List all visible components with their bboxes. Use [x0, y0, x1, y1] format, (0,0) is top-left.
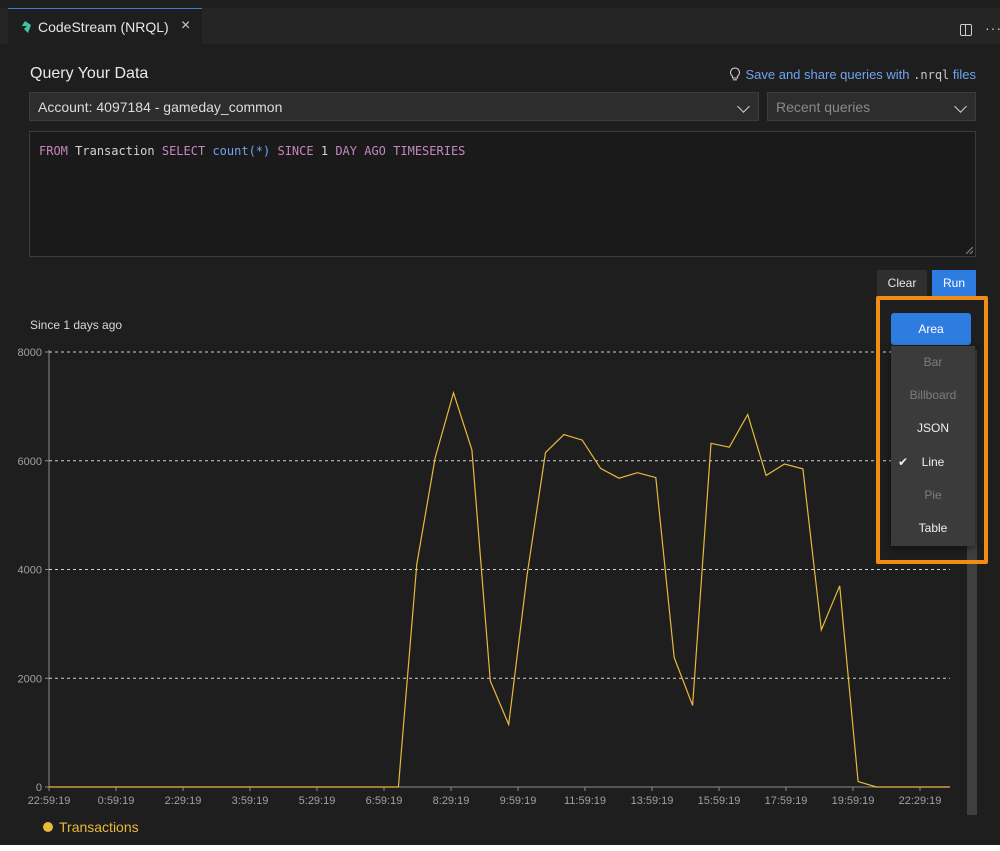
- highlight-annotation-box: [876, 296, 988, 564]
- x-tick-label: 13:59:19: [631, 795, 674, 807]
- y-tick-label: 4000: [18, 565, 42, 577]
- x-tick-label: 8:29:19: [433, 795, 470, 807]
- x-tick-label: 17:59:19: [765, 795, 808, 807]
- x-tick-label: 5:29:19: [299, 795, 336, 807]
- x-tick-label: 22:59:19: [28, 795, 71, 807]
- y-tick-label: 6000: [18, 456, 42, 468]
- x-tick-label: 22:29:19: [899, 795, 942, 807]
- legend-swatch: [43, 822, 53, 832]
- x-tick-label: 6:59:19: [366, 795, 403, 807]
- x-tick-label: 2:29:19: [165, 795, 202, 807]
- x-tick-label: 3:59:19: [232, 795, 269, 807]
- y-tick-label: 2000: [18, 673, 42, 685]
- editor-panel: CodeStream (NRQL) × ··· Query Your Data …: [0, 0, 1000, 845]
- x-tick-label: 9:59:19: [500, 795, 537, 807]
- x-tick-label: 15:59:19: [698, 795, 741, 807]
- y-tick-label: 8000: [18, 347, 42, 359]
- x-tick-label: 0:59:19: [98, 795, 135, 807]
- x-tick-label: 19:59:19: [832, 795, 875, 807]
- y-tick-label: 0: [36, 782, 42, 794]
- legend-label: Transactions: [59, 819, 139, 835]
- series-line-transactions: [49, 390, 950, 788]
- x-tick-label: 11:59:19: [564, 795, 606, 807]
- chart-legend[interactable]: Transactions: [43, 819, 139, 835]
- timeseries-chart: 0 2000 4000 6000 8000 22:59:19 0:59:19 2:29:19 3…: [18, 347, 950, 807]
